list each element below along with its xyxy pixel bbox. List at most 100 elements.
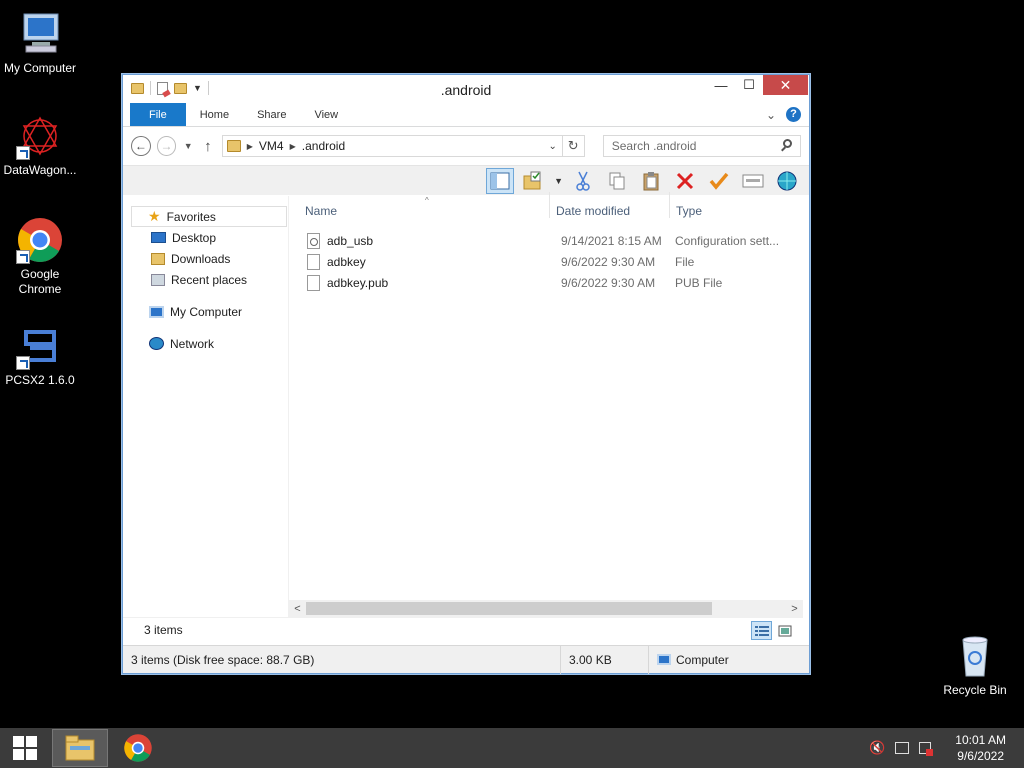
status-size-text: 3.00 KB xyxy=(569,652,612,667)
tab-file[interactable]: File xyxy=(130,103,186,126)
desktop-icon-recycle-bin[interactable]: Recycle Bin xyxy=(935,632,1015,698)
minimize-button[interactable]: — xyxy=(707,75,735,95)
file-icon xyxy=(307,274,320,291)
column-header-type-label: Type xyxy=(676,204,703,218)
file-date: 9/14/2021 8:15 AM xyxy=(561,233,662,248)
scroll-left-icon[interactable]: < xyxy=(289,603,306,615)
scroll-thumb[interactable] xyxy=(306,602,712,615)
clock[interactable]: 10:01 AM 9/6/2022 xyxy=(955,732,1006,764)
scroll-right-icon[interactable]: > xyxy=(786,603,803,615)
folder-icon xyxy=(226,140,241,152)
vertical-scrollbar[interactable] xyxy=(803,196,809,617)
search-box[interactable] xyxy=(602,135,801,157)
file-icon xyxy=(307,253,320,270)
content-area: ★ Favorites Desktop Downloads Recent pla… xyxy=(123,192,803,617)
tab-share[interactable]: Share xyxy=(243,103,300,126)
file-explorer-icon xyxy=(65,735,95,761)
folder-options-icon[interactable] xyxy=(520,168,548,194)
file-name: adb_usb xyxy=(327,233,374,248)
recent-places-icon xyxy=(151,273,165,286)
network-icon[interactable] xyxy=(895,742,910,754)
nav-favorites[interactable]: ★ Favorites xyxy=(131,206,287,227)
details-view-button[interactable] xyxy=(751,621,772,640)
desktop-icon xyxy=(151,232,166,243)
file-list-pane: ^ Name Date modified Type adb_usb 9/14/2… xyxy=(289,192,803,617)
computer-icon xyxy=(149,305,164,318)
desktop-icon-my-computer[interactable]: My Computer xyxy=(0,10,80,76)
chevron-right-icon[interactable]: ▶ xyxy=(290,142,296,151)
preview-pane-button[interactable] xyxy=(486,167,515,194)
desktop-icon-label: Recycle Bin xyxy=(943,683,1007,697)
column-header-name[interactable]: Name xyxy=(289,204,549,218)
volume-muted-icon[interactable]: 🔇 xyxy=(869,740,885,756)
column-header-date-label: Date modified xyxy=(556,204,631,218)
config-file-icon xyxy=(307,232,320,249)
nav-desktop[interactable]: Desktop xyxy=(123,227,288,248)
breadcrumb-vm4[interactable]: VM4 xyxy=(259,139,284,153)
cut-icon[interactable] xyxy=(569,168,597,194)
tab-view[interactable]: View xyxy=(300,103,352,126)
rename-icon[interactable] xyxy=(739,168,767,194)
file-name: adbkey.pub xyxy=(327,275,389,290)
up-button[interactable]: ↑ xyxy=(200,138,216,155)
chevron-right-icon[interactable]: ▶ xyxy=(247,142,253,151)
taskbar-chrome[interactable] xyxy=(110,729,166,767)
network-globe-icon[interactable] xyxy=(773,168,801,194)
breadcrumb-android[interactable]: .android xyxy=(302,139,345,153)
column-header-date[interactable]: Date modified xyxy=(549,192,669,218)
column-headers: ^ Name Date modified Type xyxy=(289,192,803,222)
horizontal-scrollbar[interactable]: < > xyxy=(289,600,803,617)
help-icon[interactable]: ? xyxy=(786,107,801,122)
large-icons-view-button[interactable] xyxy=(774,621,795,640)
paste-icon[interactable] xyxy=(637,168,665,194)
refresh-button[interactable]: ↻ xyxy=(561,136,584,156)
close-button[interactable]: ✕ xyxy=(763,75,808,95)
checkmark-icon[interactable] xyxy=(705,168,733,194)
status-location: Computer xyxy=(649,646,729,674)
desktop-icon-pcsx2[interactable]: PCSX2 1.6.0 xyxy=(0,322,80,388)
desktop-icon-datawagon[interactable]: DataWagon... xyxy=(0,112,80,178)
title-bar[interactable]: ▼ .android — ☐ ✕ xyxy=(123,75,809,103)
chevron-down-icon[interactable]: ▼ xyxy=(554,176,563,186)
forward-button[interactable]: → xyxy=(156,136,177,156)
clock-time: 10:01 AM xyxy=(955,733,1006,747)
recycle-bin-icon xyxy=(951,632,999,680)
file-date: 9/6/2022 9:30 AM xyxy=(561,275,656,290)
nav-label: Favorites xyxy=(166,209,216,224)
copy-icon[interactable] xyxy=(603,168,631,194)
file-row[interactable]: adb_usb 9/14/2021 8:15 AM Configuration … xyxy=(289,230,803,251)
nav-label: Recent places xyxy=(171,272,248,287)
back-button[interactable]: ← xyxy=(131,136,151,156)
delete-icon[interactable] xyxy=(671,168,699,194)
chrome-icon xyxy=(16,216,64,264)
nav-network[interactable]: Network xyxy=(123,333,288,354)
computer-icon xyxy=(16,10,64,58)
file-type: File xyxy=(675,254,695,269)
status-details-text: 3 items (Disk free space: 88.7 GB) xyxy=(131,652,315,667)
file-row[interactable]: adbkey 9/6/2022 9:30 AM File xyxy=(289,251,803,272)
recent-locations-icon[interactable]: ▼ xyxy=(182,141,194,151)
nav-downloads[interactable]: Downloads xyxy=(123,248,288,269)
taskbar-file-explorer[interactable] xyxy=(52,729,108,767)
explorer-window: ▼ .android — ☐ ✕ File Home Share View ⌄ … xyxy=(122,74,810,674)
nav-my-computer[interactable]: My Computer xyxy=(123,301,288,322)
desktop-icon-label: DataWagon... xyxy=(3,163,77,177)
search-icon[interactable] xyxy=(783,139,792,148)
tab-home[interactable]: Home xyxy=(186,103,243,126)
file-list: adb_usb 9/14/2021 8:15 AM Configuration … xyxy=(289,222,803,293)
desktop-icon-chrome[interactable]: Google Chrome xyxy=(0,216,80,297)
file-name: adbkey xyxy=(327,254,366,269)
column-header-type[interactable]: Type xyxy=(669,192,803,218)
expand-ribbon-icon[interactable]: ⌄ xyxy=(766,108,776,122)
action-center-icon[interactable] xyxy=(919,742,934,756)
maximize-button[interactable]: ☐ xyxy=(735,75,763,95)
start-button[interactable] xyxy=(0,728,50,768)
nav-recent-places[interactable]: Recent places xyxy=(123,269,288,290)
search-input[interactable] xyxy=(611,139,772,153)
chevron-down-icon[interactable]: ⌄ xyxy=(544,141,562,152)
scroll-track[interactable] xyxy=(306,602,786,615)
file-row[interactable]: adbkey.pub 9/6/2022 9:30 AM PUB File xyxy=(289,272,803,293)
address-bar[interactable]: ▶ VM4 ▶ .android ⌄ ↻ xyxy=(221,135,585,157)
shortcut-arrow-icon xyxy=(16,356,30,370)
windows-logo-icon xyxy=(13,736,37,760)
